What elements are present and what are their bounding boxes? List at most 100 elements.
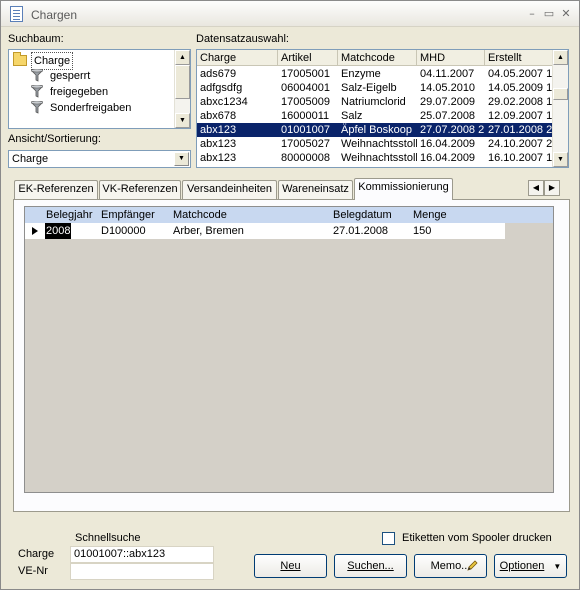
table-row[interactable]: abx123 17005027 Weihnachtsstolle 16.04.2009… (197, 137, 553, 151)
pencil-icon (467, 560, 478, 571)
column-header[interactable]: Empfänger (101, 207, 155, 223)
tab-scroll-left-icon[interactable]: ◀ (528, 180, 544, 196)
tab-scroll-right-icon[interactable]: ▶ (544, 180, 560, 196)
table-cell[interactable]: Arber, Bremen (173, 223, 244, 239)
column-header[interactable]: Charge (197, 50, 278, 66)
kommissionierung-grid[interactable]: Belegjahr Empfänger Matchcode Belegdatum… (24, 206, 554, 493)
table-cell[interactable]: 150 (413, 223, 431, 239)
column-header[interactable]: Artikel (278, 50, 338, 66)
table-cell[interactable]: Salz (338, 109, 417, 123)
close-icon[interactable]: ✕ (559, 7, 573, 21)
scroll-thumb[interactable] (175, 65, 190, 99)
table-cell[interactable]: Äpfel Boskoop (338, 123, 417, 137)
scroll-down-icon[interactable]: ▼ (175, 113, 190, 128)
tree-item-label: Sonderfreigaben (50, 102, 132, 114)
table-row[interactable]: 2008 D100000 Arber, Bremen 27.01.2008 15… (25, 223, 505, 239)
tab-wareneinsatz[interactable]: Wareneinsatz (278, 180, 353, 199)
minimize-icon[interactable]: – (525, 7, 539, 21)
current-row-arrow-icon (32, 227, 38, 235)
table-cell[interactable]: abx123 (197, 137, 278, 151)
neu-button-label: Neu (280, 560, 301, 572)
table-cell[interactable]: abx123 (197, 151, 278, 165)
tab-panel-kommissionierung: Belegjahr Empfänger Matchcode Belegdatum… (13, 199, 570, 512)
tree-scrollbar[interactable]: ▲ ▼ (174, 50, 190, 128)
table-cell[interactable]: 24.10.2007 2 (485, 137, 553, 151)
table-row[interactable]: adfgsdfg 06004001 Salz-Eigelb 14.05.2010 14.… (197, 81, 553, 95)
charge-label: Charge (18, 548, 55, 560)
table-cell[interactable]: 27.01.2008 2 (485, 123, 553, 137)
table-cell[interactable]: 17005009 (278, 95, 338, 109)
table-cell[interactable]: 16000011 (278, 109, 338, 123)
table-cell[interactable]: 17005027 (278, 137, 338, 151)
table-cell[interactable]: 04.05.2007 1 (485, 67, 553, 81)
suchbaum-tree[interactable]: Charge gesperrt freigegeben Sonderfreiga… (8, 49, 191, 129)
table-cell[interactable]: 01001007 (278, 123, 338, 137)
table-cell[interactable]: 29.07.2009 (417, 95, 485, 109)
scroll-up-icon[interactable]: ▲ (175, 50, 190, 65)
table-cell[interactable]: 27.07.2008 2 (417, 123, 485, 137)
scroll-up-icon[interactable]: ▲ (553, 50, 568, 65)
table-cell[interactable]: 04.11.2007 (417, 67, 485, 81)
table-row[interactable]: abx123 01001007 Äpfel Boskoop 27.07.2008 22… (197, 123, 553, 137)
datensatz-scrollbar[interactable]: ▲ ▼ (552, 50, 568, 167)
window-title: Chargen (31, 8, 78, 22)
table-cell[interactable]: Natriumclorid (338, 95, 417, 109)
ansicht-label: Ansicht/Sortierung: (8, 133, 101, 145)
column-header[interactable]: Matchcode (338, 50, 417, 66)
charge-search-field[interactable]: 01001007::abx123 (70, 546, 214, 563)
tab-kommissionierung[interactable]: Kommissionierung (354, 178, 453, 200)
tab-versandeinheiten[interactable]: Versandeinheiten (182, 180, 277, 199)
ansicht-combo[interactable]: Charge ▼ (8, 150, 191, 168)
tab-ek-referenzen[interactable]: EK-Referenzen (14, 180, 98, 199)
column-header[interactable]: Belegdatum (333, 207, 392, 223)
datensatz-grid[interactable]: Charge Artikel Matchcode MHD Erstellt ad… (196, 49, 569, 168)
table-row[interactable]: abx678 16000011 Salz 25.07.2008 12.09.2007 1 (197, 109, 553, 123)
tab-vk-referenzen[interactable]: VK-Referenzen (99, 180, 181, 199)
column-header[interactable]: Menge (413, 207, 447, 223)
folder-icon (13, 52, 27, 66)
table-row[interactable]: abx123 80000008 Weihnachtsstolle 16.04.2009… (197, 151, 553, 165)
schnellsuche-title: Schnellsuche (75, 532, 141, 544)
table-cell[interactable]: adfgsdfg (197, 81, 278, 95)
scroll-thumb[interactable] (553, 88, 568, 100)
table-cell[interactable]: Salz-Eigelb (338, 81, 417, 95)
table-cell[interactable]: 14.05.2009 1 (485, 81, 553, 95)
app-icon (10, 6, 23, 22)
table-cell[interactable]: 80000008 (278, 151, 338, 165)
table-cell[interactable]: 27.01.2008 (333, 223, 388, 239)
table-cell[interactable]: Weihnachtsstolle (338, 151, 417, 165)
maximize-icon[interactable]: ▭ (542, 7, 556, 21)
suchen-button[interactable]: Suchen... (334, 554, 407, 578)
table-row[interactable]: ads679 17005001 Enzyme 04.11.2007 04.05.2007… (197, 67, 553, 81)
table-row[interactable]: abxc1234 17005009 Natriumclorid 29.07.2009 2… (197, 95, 553, 109)
table-cell[interactable]: 16.04.2009 (417, 151, 485, 165)
venr-search-field[interactable] (70, 563, 214, 580)
chevron-down-icon[interactable]: ▼ (174, 152, 189, 166)
memo-button[interactable]: Memo... (414, 554, 487, 578)
optionen-button[interactable]: Optionen ▼ (494, 554, 567, 578)
table-cell[interactable]: abx678 (197, 109, 278, 123)
column-header[interactable]: Erstellt (485, 50, 553, 66)
table-cell[interactable]: abxc1234 (197, 95, 278, 109)
neu-button[interactable]: Neu (254, 554, 327, 578)
table-cell[interactable]: Enzyme (338, 67, 417, 81)
scroll-down-icon[interactable]: ▼ (553, 152, 568, 167)
column-header[interactable]: Matchcode (173, 207, 227, 223)
venr-label: VE-Nr (18, 565, 48, 577)
table-cell[interactable]: 14.05.2010 (417, 81, 485, 95)
column-header[interactable]: MHD (417, 50, 485, 66)
table-cell[interactable]: 17005001 (278, 67, 338, 81)
table-cell[interactable]: Weihnachtsstolle (338, 137, 417, 151)
table-cell[interactable]: abx123 (197, 123, 278, 137)
table-cell[interactable]: 16.04.2009 (417, 137, 485, 151)
table-cell[interactable]: ads679 (197, 67, 278, 81)
etiketten-checkbox[interactable] (382, 532, 395, 545)
table-cell[interactable]: 06004001 (278, 81, 338, 95)
table-cell[interactable]: 16.10.2007 1 (485, 151, 553, 165)
table-cell[interactable]: D100000 (101, 223, 146, 239)
table-cell[interactable]: 29.02.2008 1 (485, 95, 553, 109)
table-cell[interactable]: 25.07.2008 (417, 109, 485, 123)
column-header[interactable]: Belegjahr (46, 207, 92, 223)
table-cell[interactable]: 2008 (45, 223, 72, 239)
table-cell[interactable]: 12.09.2007 1 (485, 109, 553, 123)
